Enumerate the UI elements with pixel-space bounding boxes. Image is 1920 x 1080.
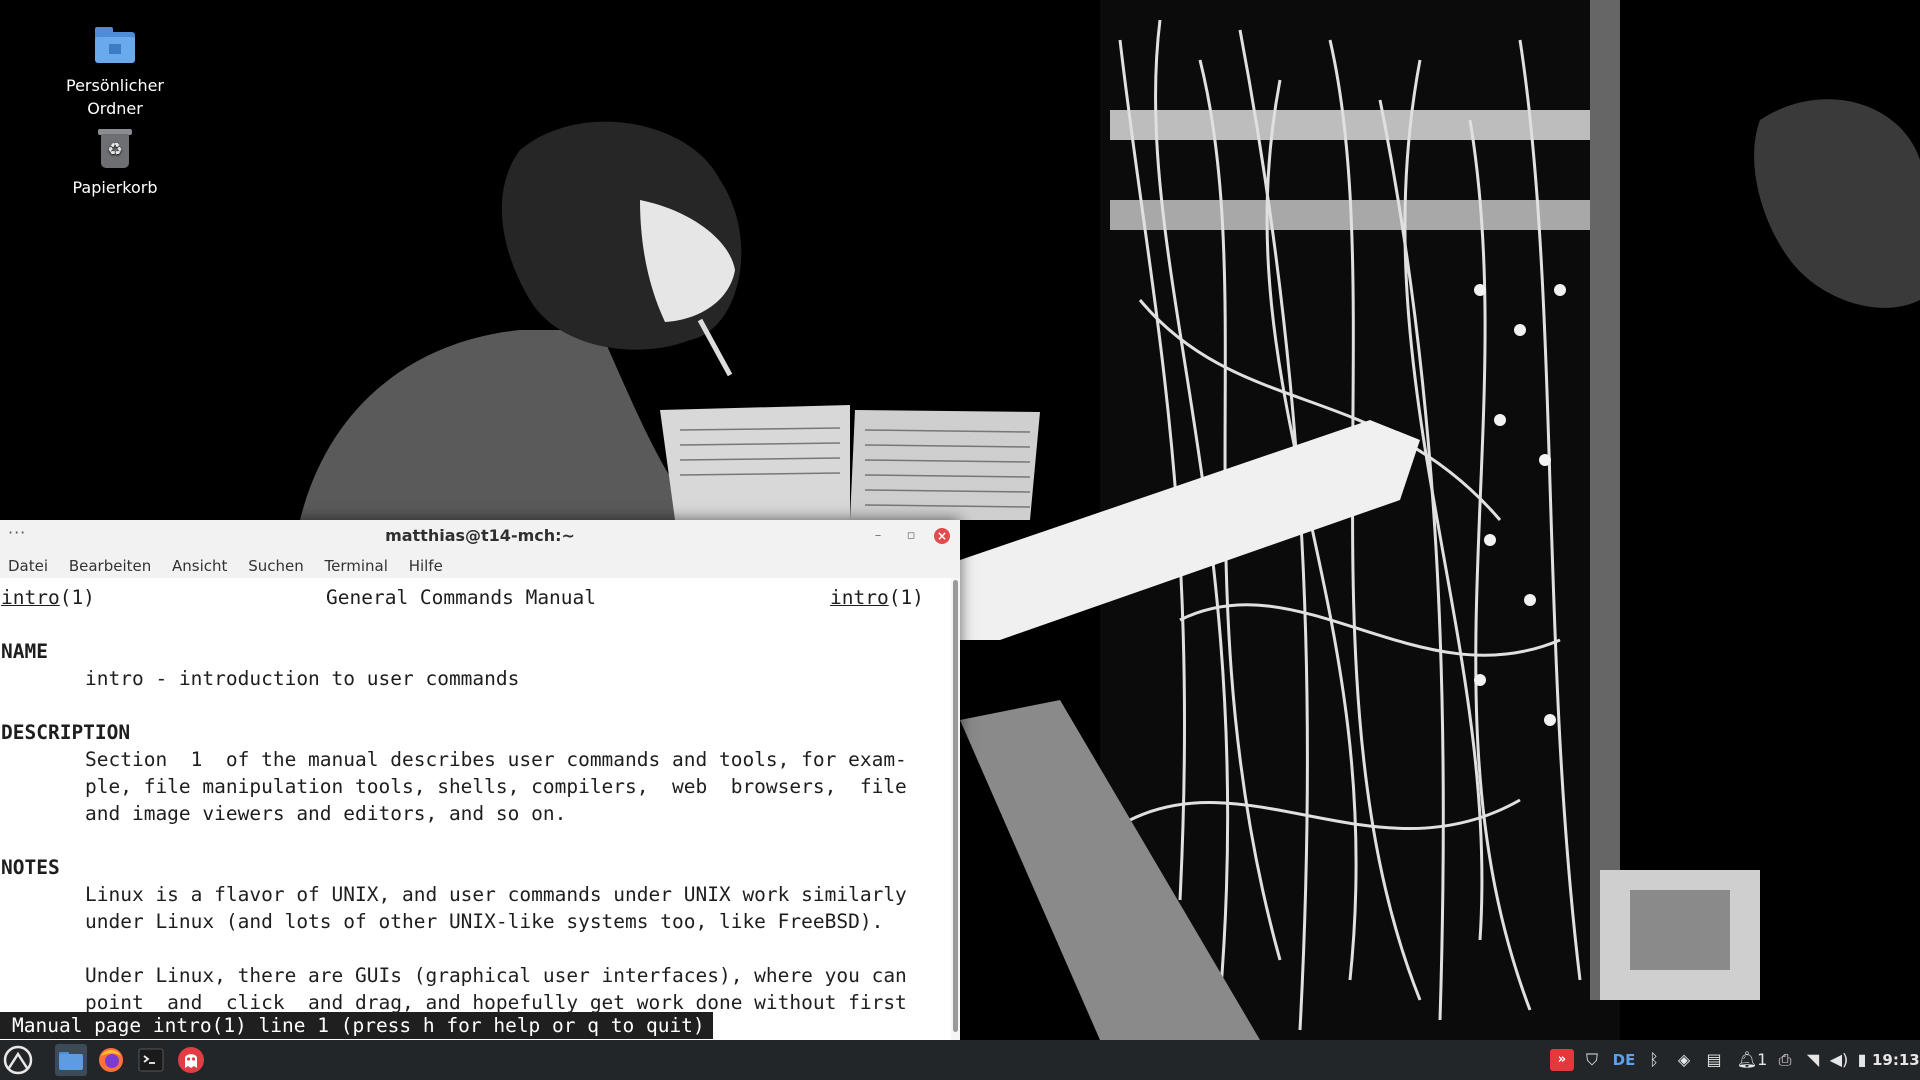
man-header-right: intro(1)	[830, 586, 924, 609]
man-text-line: Linux is a flavor of UNIX, and user comm…	[85, 883, 907, 906]
terminal-window[interactable]: ··· matthias@t14-mch:~ – ▫ × Datei Bearb…	[0, 520, 960, 1040]
desktop-icon-label: Ordner	[87, 99, 143, 118]
man-section-heading: DESCRIPTION	[1, 721, 131, 744]
close-button[interactable]: ×	[934, 528, 950, 544]
scrollbar-thumb[interactable]	[953, 580, 958, 1032]
battery-icon[interactable]: ▮	[1852, 1040, 1872, 1080]
security-shield-icon[interactable]: ⛉	[1580, 1040, 1604, 1080]
wifi-icon[interactable]: ◥	[1800, 1040, 1826, 1080]
minimize-button[interactable]: –	[868, 526, 888, 546]
menu-hilfe[interactable]: Hilfe	[401, 552, 451, 577]
desktop-icon-label: Papierkorb	[72, 178, 158, 197]
menu-ansicht[interactable]: Ansicht	[164, 552, 235, 577]
man-section-heading: NAME	[1, 640, 48, 663]
man-header-left: intro(1)	[1, 586, 95, 609]
maximize-button[interactable]: ▫	[901, 526, 921, 546]
application-menu-icon[interactable]	[2, 1044, 34, 1076]
terminal-scrollbar[interactable]	[951, 578, 960, 1040]
window-titlebar[interactable]: ··· matthias@t14-mch:~ – ▫ ×	[0, 520, 960, 552]
pager-status-line: Manual page intro(1) line 1 (press h for…	[0, 1012, 713, 1039]
terminal-output[interactable]: intro(1) General Commands Manual intro(1…	[0, 578, 950, 1040]
man-text-line: and image viewers and editors, and so on…	[85, 802, 567, 825]
home-folder-icon	[91, 22, 139, 70]
man-text-line: under Linux (and lots of other UNIX-like…	[85, 910, 884, 933]
file-manager-icon[interactable]	[55, 1044, 87, 1076]
man-header-center: General Commands Manual	[326, 586, 597, 609]
desktop-icon-trash[interactable]: ♻ Papierkorb	[45, 124, 185, 199]
menu-suchen[interactable]: Suchen	[240, 552, 312, 577]
man-text-line: Under Linux, there are GUIs (graphical u…	[85, 964, 907, 987]
man-section-heading: NOTES	[1, 856, 60, 879]
clock[interactable]: 19:13	[1872, 1040, 1920, 1080]
man-name-text: intro - introduction to user commands	[85, 667, 520, 690]
menu-bearbeiten[interactable]: Bearbeiten	[61, 552, 159, 577]
printer-icon[interactable]: ⎙	[1772, 1040, 1798, 1080]
menu-terminal[interactable]: Terminal	[317, 552, 396, 577]
menu-bar: Datei Bearbeiten Ansicht Suchen Terminal…	[0, 552, 960, 578]
taskbar: » ⛉ DE ᛒ ◈ ▤ 🔔︎1 ⎙ ◥ ◀) ▮ 19:13	[0, 1040, 1920, 1080]
vpn-shield-icon[interactable]: ◈	[1672, 1040, 1696, 1080]
bell-icon: 🔔︎	[1736, 1050, 1758, 1069]
bluetooth-icon[interactable]: ᛒ	[1642, 1040, 1666, 1080]
notification-count: 1	[1757, 1050, 1768, 1069]
terminal-icon[interactable]	[135, 1044, 167, 1076]
firefox-icon[interactable]	[95, 1044, 127, 1076]
desktop-icon-label: Persönlicher	[65, 76, 164, 95]
volume-icon[interactable]: ◀)	[1826, 1040, 1852, 1080]
keyboard-layout-indicator[interactable]: DE	[1610, 1040, 1638, 1080]
developer-tool-tray-icon[interactable]: »	[1550, 1049, 1574, 1071]
ghost-app-icon[interactable]	[175, 1044, 207, 1076]
menu-datei[interactable]: Datei	[0, 552, 56, 577]
notifications-icon[interactable]: 🔔︎1	[1732, 1040, 1772, 1080]
man-text-line: ple, file manipulation tools, shells, co…	[85, 775, 907, 798]
desktop-icon-home-folder[interactable]: Persönlicher Ordner	[45, 22, 185, 120]
clipboard-icon[interactable]: ▤	[1702, 1040, 1726, 1080]
trash-icon: ♻	[91, 124, 139, 172]
window-title: matthias@t14-mch:~	[385, 526, 575, 545]
man-text-line: Section 1 of the manual describes user c…	[85, 748, 907, 771]
